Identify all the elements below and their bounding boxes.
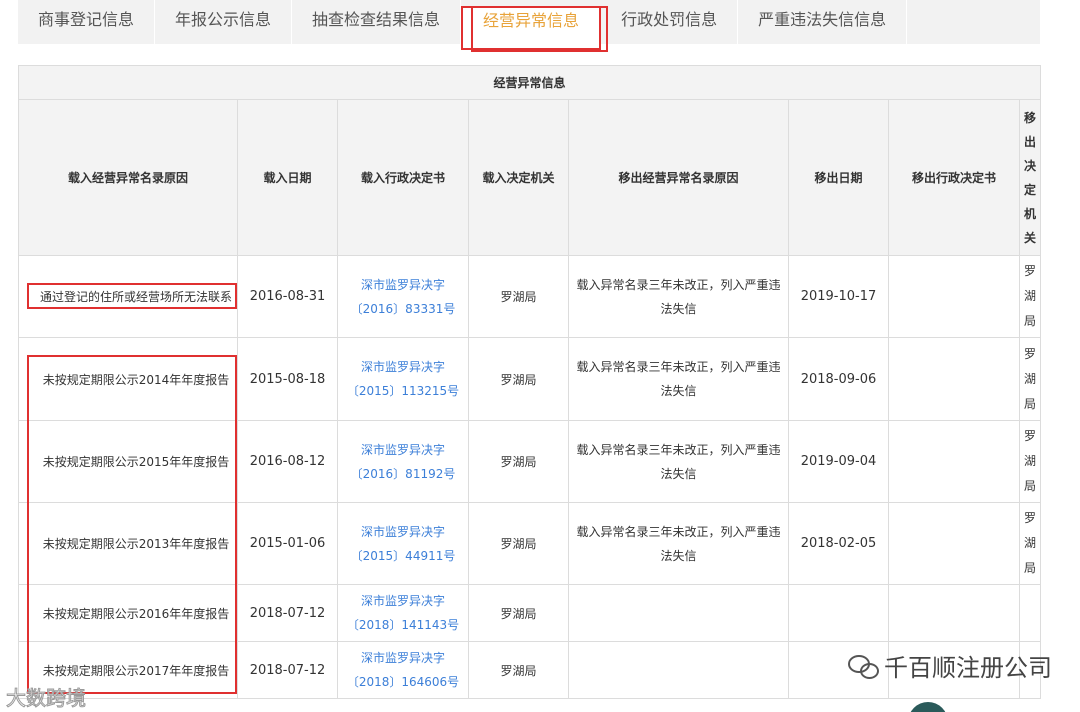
table-caption: 经营异常信息 — [17, 65, 1042, 100]
removal-reason-cell — [568, 641, 789, 699]
removal-doc-cell — [888, 502, 1020, 585]
removal-authority-cell — [1018, 584, 1042, 642]
column-header: 载入日期 — [237, 99, 338, 256]
removal-authority-cell: 罗湖局 — [1018, 337, 1042, 421]
entry-date-cell: 2016-08-31 — [237, 255, 338, 338]
table-header-row: 载入经营异常名录原因 载入日期 载入行政决定书 载入决定机关 移出经营异常名录原… — [18, 99, 1042, 256]
wechat-icon — [848, 654, 879, 679]
entry-date-cell: 2016-08-12 — [237, 420, 338, 503]
removal-authority-cell: 罗湖局 — [1018, 420, 1042, 503]
removal-doc-cell — [888, 420, 1020, 503]
removal-reason-cell: 载入异常名录三年未改正，列入严重违 法失信 — [568, 255, 789, 338]
removal-date-cell: 2018-02-05 — [788, 502, 889, 585]
entry-authority-cell: 罗湖局 — [468, 337, 569, 421]
removal-doc-cell — [888, 337, 1020, 421]
decision-doc-link[interactable]: 深市监罗异决字 〔2018〕141143号 — [337, 584, 469, 642]
column-header: 移出日期 — [788, 99, 889, 256]
reason-cell: 未按规定期限公示2016年年度报告 — [18, 584, 238, 642]
removal-doc-cell — [888, 584, 1020, 642]
column-header-vertical: 移出决定机关 — [1018, 99, 1042, 256]
entry-authority-cell: 罗湖局 — [468, 641, 569, 699]
column-header: 移出行政决定书 — [888, 99, 1020, 256]
decision-doc-link[interactable]: 深市监罗异决字 〔2015〕113215号 — [337, 337, 469, 421]
tab-inspection-results[interactable]: 抽查检查结果信息 — [292, 0, 462, 44]
column-header: 载入经营异常名录原因 — [18, 99, 238, 256]
reason-cell: 未按规定期限公示2014年年度报告 — [18, 337, 238, 421]
removal-authority-cell: 罗湖局 — [1018, 502, 1042, 585]
tab-serious-violation[interactable]: 严重违法失信信息 — [738, 0, 908, 44]
tab-administrative-penalty[interactable]: 行政处罚信息 — [601, 0, 739, 44]
watermark-bottom-left: 大数跨境 — [6, 686, 87, 711]
removal-date-cell — [788, 584, 889, 642]
decision-doc-link[interactable]: 深市监罗异决字 〔2016〕83331号 — [337, 255, 469, 338]
table-row: 未按规定期限公示2016年年度报告 2018-07-12 深市监罗异决字 〔2018〕… — [18, 584, 1042, 642]
removal-date-cell: 2018-09-06 — [788, 337, 889, 421]
watermark-brand: 千百顺注册公司 — [848, 648, 1052, 683]
entry-authority-cell: 罗湖局 — [468, 420, 569, 503]
column-header: 载入决定机关 — [468, 99, 569, 256]
reason-cell: 通过登记的住所或经营场所无法联系 — [18, 255, 238, 338]
table-row: 未按规定期限公示2013年年度报告 2015-01-06 深市监罗异决字 〔2015〕… — [18, 502, 1042, 585]
column-header: 移出经营异常名录原因 — [568, 99, 789, 256]
removal-authority-cell: 罗湖局 — [1018, 255, 1042, 338]
decision-doc-link[interactable]: 深市监罗异决字 〔2016〕81192号 — [337, 420, 469, 503]
removal-date-cell: 2019-10-17 — [788, 255, 889, 338]
decision-doc-link[interactable]: 深市监罗异决字 〔2018〕164606号 — [337, 641, 469, 699]
tab-business-registration[interactable]: 商事登记信息 — [18, 0, 156, 44]
table-row: 通过登记的住所或经营场所无法联系 2016-08-31 深市监罗异决字 〔2016〕8… — [18, 255, 1042, 338]
tab-abnormal-operation[interactable]: 经营异常信息 — [461, 6, 602, 50]
abnormal-operation-table: 经营异常信息 载入经营异常名录原因 载入日期 载入行政决定书 载入决定机关 移出… — [17, 65, 1042, 699]
removal-reason-cell — [568, 584, 789, 642]
removal-date-cell: 2019-09-04 — [788, 420, 889, 503]
removal-doc-cell — [888, 255, 1020, 338]
reason-cell: 未按规定期限公示2015年年度报告 — [18, 420, 238, 503]
tab-annual-report[interactable]: 年报公示信息 — [155, 0, 293, 44]
entry-authority-cell: 罗湖局 — [468, 255, 569, 338]
tab-bar: 商事登记信息 年报公示信息 抽查检查结果信息 经营异常信息 行政处罚信息 严重违… — [18, 0, 1040, 50]
removal-reason-cell: 载入异常名录三年未改正，列入严重违 法失信 — [568, 502, 789, 585]
removal-reason-cell: 载入异常名录三年未改正，列入严重违 法失信 — [568, 337, 789, 421]
decision-doc-link[interactable]: 深市监罗异决字 〔2015〕44911号 — [337, 502, 469, 585]
entry-date-cell: 2015-08-18 — [237, 337, 338, 421]
entry-date-cell: 2018-07-12 — [237, 584, 338, 642]
table-row: 未按规定期限公示2014年年度报告 2015-08-18 深市监罗异决字 〔2015〕… — [18, 337, 1042, 421]
entry-authority-cell: 罗湖局 — [468, 502, 569, 585]
entry-date-cell: 2018-07-12 — [237, 641, 338, 699]
corner-avatar — [908, 702, 948, 712]
reason-cell: 未按规定期限公示2013年年度报告 — [18, 502, 238, 585]
entry-date-cell: 2015-01-06 — [237, 502, 338, 585]
entry-authority-cell: 罗湖局 — [468, 584, 569, 642]
removal-reason-cell: 载入异常名录三年未改正，列入严重违 法失信 — [568, 420, 789, 503]
column-header: 载入行政决定书 — [337, 99, 469, 256]
table-row: 未按规定期限公示2015年年度报告 2016-08-12 深市监罗异决字 〔2016〕… — [18, 420, 1042, 503]
watermark-text: 千百顺注册公司 — [884, 654, 1052, 682]
